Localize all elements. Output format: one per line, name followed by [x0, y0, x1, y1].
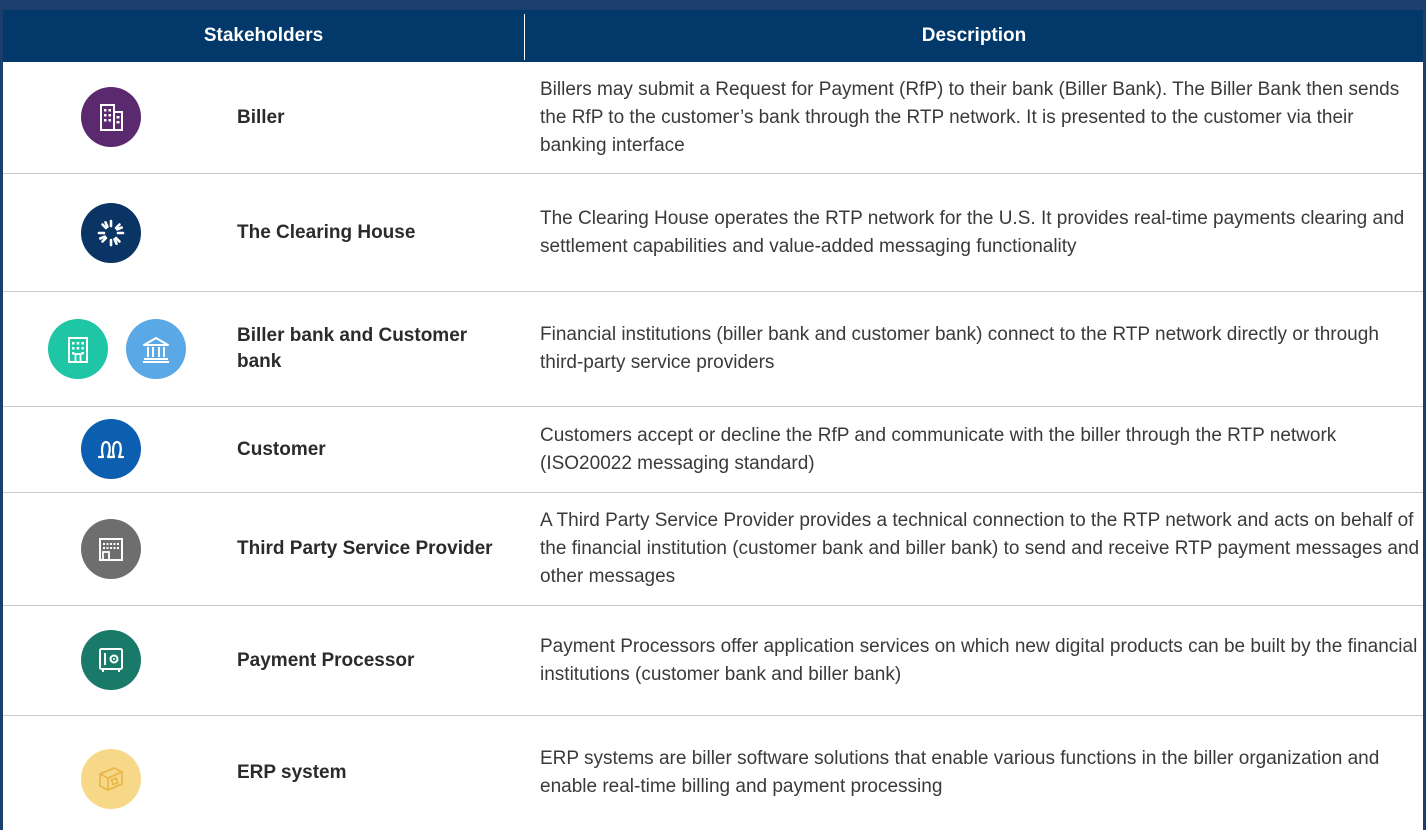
row-icons	[3, 407, 228, 492]
box-icon	[81, 749, 141, 809]
stakeholder-name: The Clearing House	[237, 221, 416, 243]
row-icons	[3, 62, 228, 173]
header-description: Description	[921, 25, 1027, 46]
office-building-icon	[81, 87, 141, 147]
row-icons	[3, 174, 228, 291]
bank-columns-icon	[126, 319, 186, 379]
stakeholder-name: Biller	[237, 106, 285, 128]
facility-icon	[81, 519, 141, 579]
table-row-third-party: Third Party Service Provider A Third Par…	[3, 493, 1423, 606]
row-icons	[3, 606, 228, 715]
bank-building-icon	[48, 319, 108, 379]
table-header: Stakeholders Description	[3, 10, 1423, 62]
table-row-erp: ERP system ERP systems are biller softwa…	[3, 716, 1423, 830]
table-row-biller: Biller Billers may submit a Request for …	[3, 62, 1423, 174]
people-icon	[81, 419, 141, 479]
stakeholder-name: Biller bank and Customer bank	[237, 325, 468, 372]
stakeholder-description: The Clearing House operates the RTP netw…	[540, 207, 1405, 257]
stakeholder-name: Customer	[237, 438, 326, 460]
safe-icon	[81, 630, 141, 690]
stakeholder-description: Billers may submit a Request for Payment…	[540, 78, 1400, 156]
stakeholder-name: Payment Processor	[237, 649, 415, 671]
header-stakeholders: Stakeholders	[203, 25, 324, 46]
table-row-clearing-house: The Clearing House The Clearing House op…	[3, 174, 1423, 292]
stakeholder-description: Financial institutions (biller bank and …	[540, 324, 1379, 373]
stakeholder-name: ERP system	[237, 762, 347, 783]
table-row-banks: Biller bank and Customer bank Financial …	[3, 292, 1423, 407]
stakeholder-description: Customers accept or decline the RfP and …	[540, 424, 1337, 474]
row-icons	[3, 493, 228, 605]
row-icons	[3, 716, 228, 830]
clearing-house-logo-icon	[81, 203, 141, 263]
stakeholder-description: ERP systems are biller software solution…	[540, 748, 1380, 797]
stakeholders-table: Stakeholders Description Biller Billers …	[0, 0, 1426, 830]
stakeholder-description: Payment Processors offer application ser…	[540, 635, 1418, 685]
table-row-customer: Customer Customers accept or decline the…	[3, 407, 1423, 493]
stakeholder-name: Third Party Service Provider	[237, 538, 493, 559]
stakeholder-description: A Third Party Service Provider provides …	[540, 510, 1420, 587]
row-icons	[3, 292, 228, 406]
table-row-payment-processor: Payment Processor Payment Processors off…	[3, 606, 1423, 716]
